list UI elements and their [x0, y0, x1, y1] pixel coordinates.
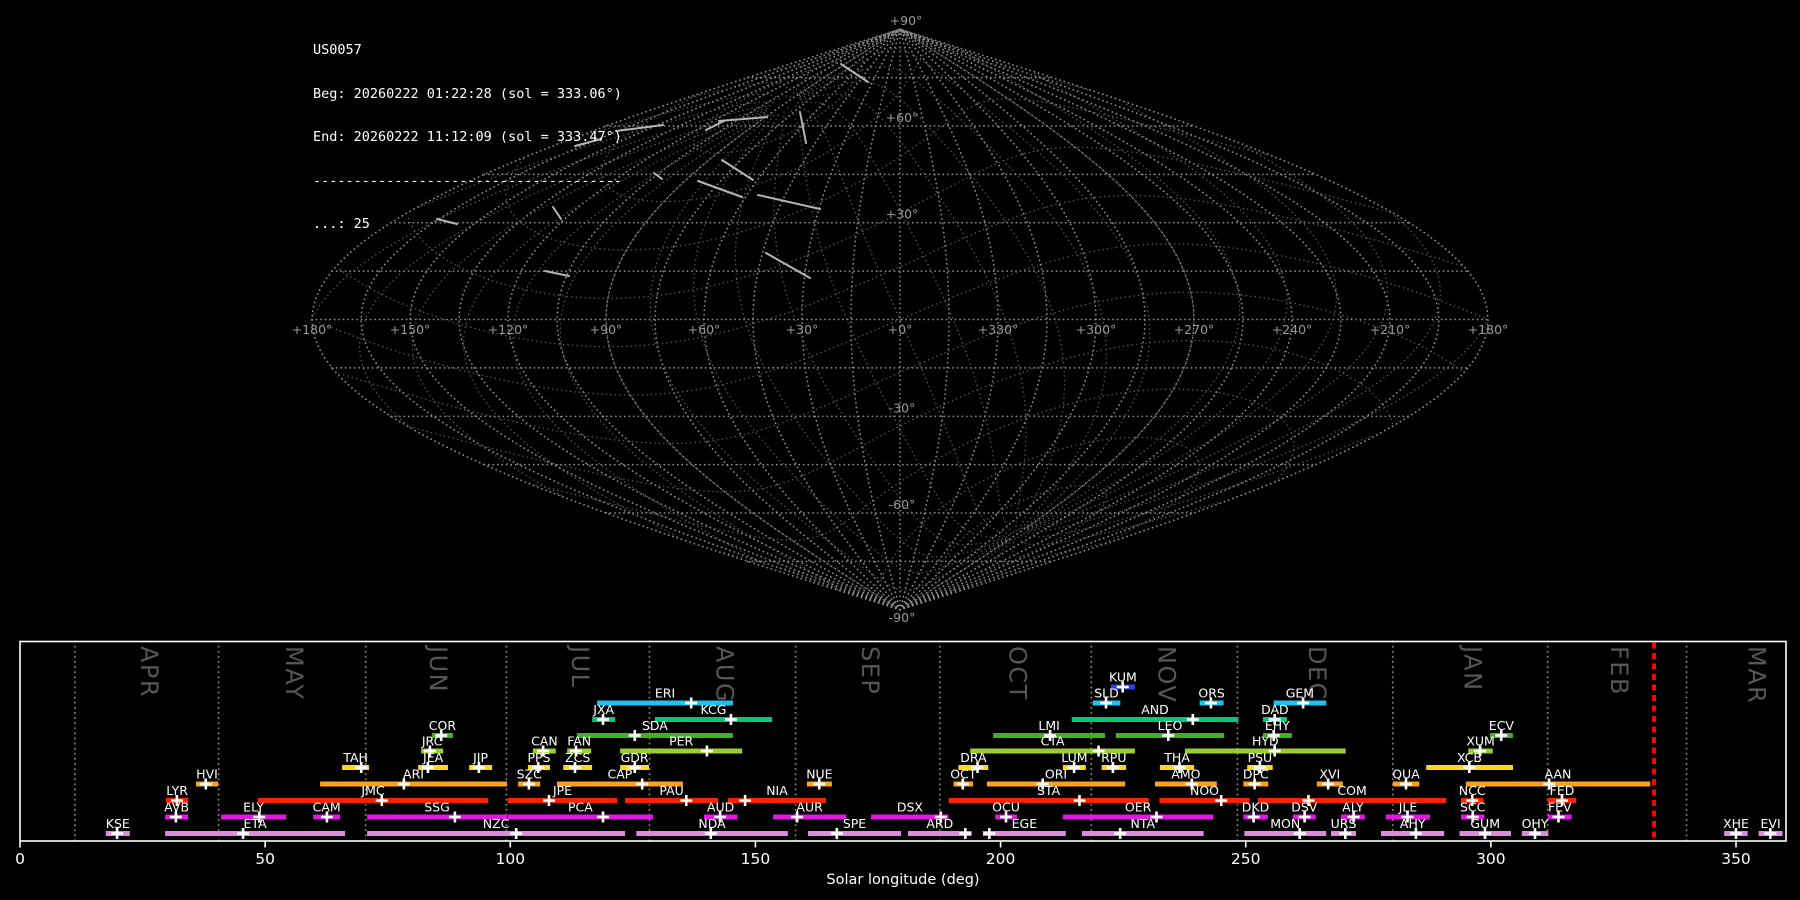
shower-label: ARD	[926, 816, 953, 831]
shower-bar	[1082, 831, 1204, 836]
shower-label: NOO	[1190, 783, 1219, 798]
shower-bar	[773, 814, 847, 820]
shower-label: PCA	[568, 800, 593, 815]
shower-label: XVI	[1319, 767, 1340, 782]
shower-label: JRC	[421, 734, 443, 749]
meteor-shower-report: +180° +150° +120° +90° +60° +30° +0° +330° +300°…	[0, 0, 1800, 900]
shower-bar	[320, 781, 507, 787]
shower-bar	[507, 798, 618, 803]
shower-label: JPE	[552, 783, 572, 798]
shower-label: THA	[1163, 750, 1190, 765]
shower-label: TAH	[342, 750, 368, 765]
shower-label: NTA	[1131, 816, 1156, 831]
activity-chart: Solar longitude (deg) APR MAY JUN JUL AUG SEP…	[15, 640, 1787, 888]
shower-bar	[577, 733, 733, 738]
shower-label: JIP	[472, 750, 488, 765]
shower-label: MON	[1270, 816, 1300, 831]
shower-label: CAN	[531, 734, 558, 749]
month-label: JAN	[1458, 644, 1486, 692]
shower-bar	[507, 814, 653, 820]
axis-tick-label: 0	[15, 850, 25, 868]
shower-label: ETA	[244, 816, 268, 831]
shower-label: EGE	[1012, 816, 1038, 831]
shower-bar	[1071, 717, 1239, 722]
shower-bar	[625, 798, 719, 803]
shower-bar	[654, 717, 773, 722]
shower-label: FEV	[1548, 800, 1572, 815]
shower-label: ERI	[655, 686, 675, 701]
month-label: AUG	[711, 646, 739, 703]
shower-label: NZC	[483, 816, 510, 831]
month-label: MAR	[1742, 646, 1770, 704]
shower-label: ZCS	[565, 750, 590, 765]
shower-label: KCG	[701, 702, 727, 717]
month-label: OCT	[1004, 646, 1032, 701]
shower-label: STA	[1037, 783, 1061, 798]
shower-label: ELY	[243, 800, 264, 815]
shower-label: CTA	[1041, 734, 1065, 749]
month-label: JUL	[566, 644, 594, 689]
axis-tick-label: 250	[1231, 850, 1261, 868]
shower-label: SSG	[424, 800, 450, 815]
month-label: SEP	[856, 646, 884, 695]
shower-bar	[165, 831, 345, 836]
shower-label: COM	[1337, 783, 1366, 798]
shower-label: SDA	[642, 718, 668, 733]
axis-tick-label: 200	[986, 850, 1016, 868]
x-axis-title: Solar longitude (deg)	[826, 872, 979, 888]
month-label: MAY	[280, 646, 308, 700]
shower-label: NDA	[698, 816, 726, 831]
shower-bar	[807, 831, 902, 836]
month-label: NOV	[1153, 646, 1181, 703]
shower-label: JEA	[422, 750, 444, 765]
month-label: JUN	[424, 644, 452, 693]
shower-label: DRA	[960, 750, 987, 765]
shower-label: AND	[1141, 702, 1169, 717]
shower-label: ORI	[1045, 767, 1067, 782]
shower-label: GEM	[1286, 686, 1314, 701]
shower-bar	[982, 831, 1066, 836]
shower-label: SPE	[843, 816, 866, 831]
shower-bar	[367, 831, 625, 836]
shower-bar	[1244, 831, 1327, 836]
shower-label: PER	[669, 734, 693, 749]
shower-label: DKD	[1242, 800, 1269, 815]
axis-tick-label: 100	[495, 850, 525, 868]
shower-label: AUR	[796, 800, 823, 815]
axis-tick-label: 150	[741, 850, 771, 868]
shower-bar	[948, 798, 1149, 803]
shower-label: DPC	[1243, 767, 1269, 782]
shower-bar	[257, 798, 489, 803]
shower-label: LEO	[1158, 718, 1183, 733]
month-label: FEB	[1605, 646, 1633, 696]
shower-label: URS	[1331, 816, 1357, 831]
axis-tick-label: 300	[1476, 850, 1506, 868]
shower-label: CAP	[607, 767, 632, 782]
shower-label: EHY	[1265, 718, 1290, 733]
shower-label: DSX	[897, 800, 924, 815]
shower-label: AMO	[1171, 767, 1200, 782]
shower-label: AHY	[1400, 816, 1426, 831]
month-label: APR	[135, 646, 163, 698]
shower-label: NIA	[766, 783, 788, 798]
shower-bar	[1159, 798, 1250, 803]
shower-label: FAN	[567, 734, 591, 749]
shower-label: COR	[429, 718, 457, 733]
shower-label: PAU	[659, 783, 683, 798]
axis-tick-label: 350	[1721, 850, 1751, 868]
shower-label: OER	[1125, 800, 1152, 815]
axis-tick-label: 50	[255, 850, 275, 868]
shower-label: ARI	[403, 767, 424, 782]
